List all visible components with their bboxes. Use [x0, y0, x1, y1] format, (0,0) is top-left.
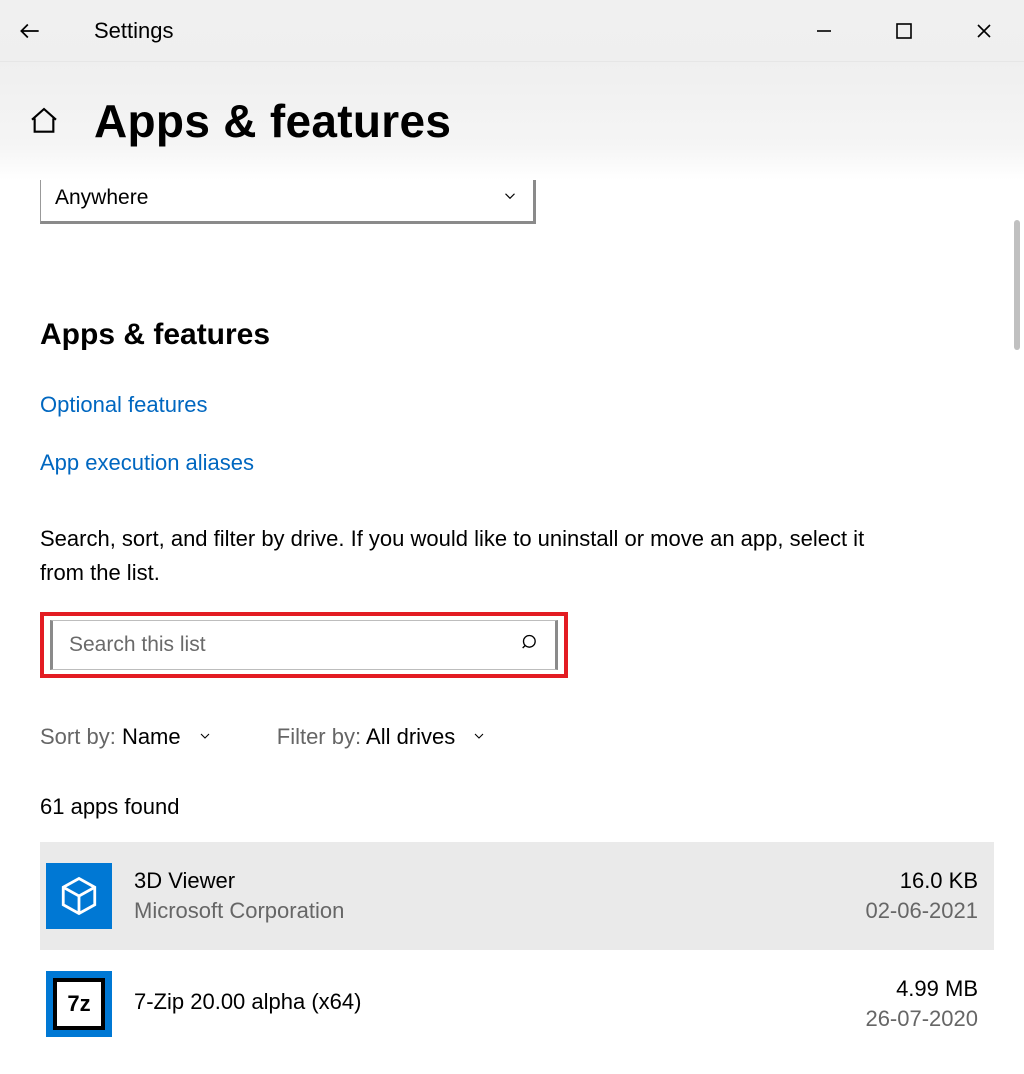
app-right: 4.99 MB 26-07-2020	[865, 976, 978, 1032]
optional-features-link[interactable]: Optional features	[40, 392, 208, 418]
app-name: 3D Viewer	[134, 868, 843, 894]
search-input[interactable]	[67, 632, 521, 658]
close-button[interactable]	[944, 0, 1024, 62]
app-meta: 7-Zip 20.00 alpha (x64)	[134, 989, 843, 1019]
apps-list: 3D Viewer Microsoft Corporation 16.0 KB 02-…	[40, 842, 994, 1074]
titlebar: Settings	[0, 0, 1024, 62]
apps-count: 61 apps found	[40, 794, 994, 820]
app-row[interactable]: 3D Viewer Microsoft Corporation 16.0 KB 02-…	[40, 842, 994, 950]
cube-icon	[46, 863, 112, 929]
sort-label: Sort by:	[40, 724, 116, 749]
search-field-wrapper	[50, 620, 558, 670]
install-source-value: Anywhere	[55, 186, 148, 210]
list-controls: Sort by: Name Filter by: All drives	[40, 724, 994, 750]
7z-icon: 7z	[46, 971, 112, 1037]
search-highlight-box	[40, 612, 568, 678]
sort-by-control[interactable]: Sort by: Name	[40, 724, 213, 750]
maximize-icon	[895, 22, 913, 40]
app-publisher: Microsoft Corporation	[134, 898, 843, 924]
main-content: Anywhere Apps & features Optional featur…	[0, 180, 1024, 1074]
home-icon	[28, 105, 60, 137]
close-icon	[975, 22, 993, 40]
install-source-dropdown[interactable]: Anywhere	[40, 180, 536, 224]
chevron-down-icon	[471, 724, 487, 749]
app-name: 7-Zip 20.00 alpha (x64)	[134, 989, 843, 1015]
app-row[interactable]: 7z 7-Zip 20.00 alpha (x64) 4.99 MB 26-07-20…	[40, 950, 994, 1058]
app-size: 16.0 KB	[865, 868, 978, 894]
execution-aliases-link[interactable]: App execution aliases	[40, 450, 254, 476]
filter-by-control[interactable]: Filter by: All drives	[277, 724, 488, 750]
chevron-down-icon	[501, 187, 519, 210]
back-button[interactable]	[0, 0, 60, 62]
page-title: Apps & features	[94, 94, 451, 148]
description-text: Search, sort, and filter by drive. If yo…	[40, 522, 880, 590]
maximize-button[interactable]	[864, 0, 944, 62]
filter-label: Filter by:	[277, 724, 361, 749]
app-right: 16.0 KB 02-06-2021	[865, 868, 978, 924]
arrow-left-icon	[17, 18, 43, 44]
section-heading: Apps & features	[40, 318, 994, 352]
chevron-down-icon	[197, 724, 213, 749]
app-row[interactable]: Alarms & Clock16.0 KB	[40, 1058, 994, 1074]
app-size: 4.99 MB	[865, 976, 978, 1002]
minimize-icon	[815, 22, 833, 40]
app-meta: 3D Viewer Microsoft Corporation	[134, 868, 843, 924]
sort-value: Name	[122, 724, 181, 749]
minimize-button[interactable]	[784, 0, 864, 62]
scrollbar-thumb[interactable]	[1014, 220, 1020, 350]
filter-value: All drives	[366, 724, 455, 749]
window-title: Settings	[94, 18, 174, 44]
search-icon	[521, 633, 541, 658]
app-date: 26-07-2020	[865, 1006, 978, 1032]
page-header: Apps & features	[0, 62, 1024, 180]
home-button[interactable]	[28, 105, 70, 137]
app-date: 02-06-2021	[865, 898, 978, 924]
